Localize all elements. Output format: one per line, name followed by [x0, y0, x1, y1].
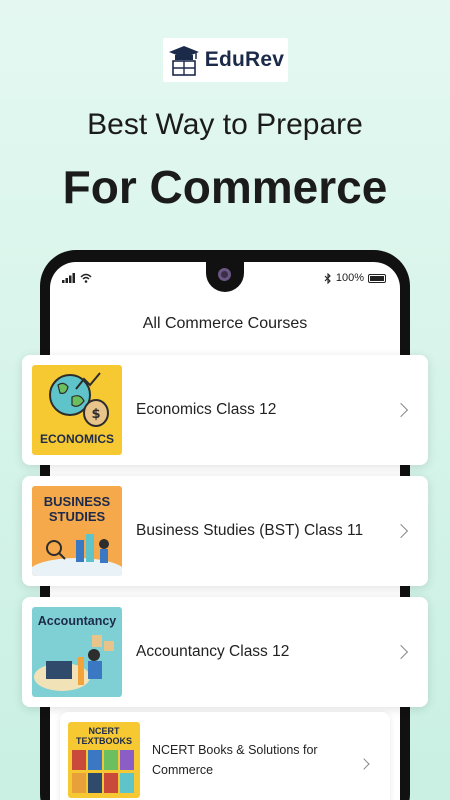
tagline: Best Way to Prepare: [87, 108, 363, 141]
course-label-ncert: NCERT Books & Solutions for Commerce: [152, 743, 318, 777]
books-stack-icon: [72, 750, 134, 793]
ncert-thumbnail: NCERT TEXTBOOKS: [68, 722, 140, 798]
business-studies-thumbnail: BUSINESS STUDIES: [32, 486, 122, 576]
course-card-ncert[interactable]: NCERT TEXTBOOKS NCERT Books & Solutions …: [60, 712, 390, 800]
signal-icon: [62, 273, 75, 283]
battery-icon: [368, 273, 386, 283]
status-bar-left: [62, 273, 92, 283]
front-camera-icon: [218, 268, 231, 281]
chevron-right-icon: [393, 523, 409, 539]
ncert-thumb-caption: NCERT TEXTBOOKS: [75, 726, 132, 746]
brand-name: EduRev: [204, 48, 285, 71]
status-bar-right: 100%: [324, 272, 386, 284]
course-card-economics[interactable]: $ ECONOMICS Economics Class 12: [22, 355, 428, 465]
course-card-business-studies[interactable]: BUSINESS STUDIES Business Studies (BST) …: [22, 476, 428, 586]
globe-money-bag-icon: $: [49, 372, 109, 427]
screen-title: All Commerce Courses: [142, 315, 308, 332]
bluetooth-icon: [324, 272, 331, 284]
people-analytics-icon: [32, 534, 122, 576]
course-card-accountancy[interactable]: Accountancy Accountancy Class 12: [22, 597, 428, 707]
chevron-right-icon: [393, 644, 409, 660]
edurev-logo: EduRev: [163, 38, 288, 82]
economics-thumbnail: $ ECONOMICS: [32, 365, 122, 455]
accountancy-thumbnail: Accountancy: [32, 607, 122, 697]
course-label-economics: Economics Class 12: [136, 401, 277, 418]
economics-thumb-caption: ECONOMICS: [39, 432, 114, 446]
battery-percent: 100%: [335, 272, 364, 284]
chevron-right-icon: [358, 758, 370, 770]
course-label-business-studies: Business Studies (BST) Class 11: [136, 522, 364, 539]
course-label-accountancy: Accountancy Class 12: [136, 643, 290, 660]
chevron-right-icon: [393, 402, 409, 418]
business-studies-thumb-caption: BUSINESS STUDIES: [43, 494, 111, 524]
svg-text:$: $: [91, 407, 100, 422]
headline: For Commerce: [62, 161, 388, 213]
graduation-cap-icon: [168, 46, 199, 76]
accountant-desk-icon: [34, 635, 114, 691]
accountancy-thumb-caption: Accountancy: [37, 614, 117, 628]
wifi-icon: [80, 273, 92, 283]
